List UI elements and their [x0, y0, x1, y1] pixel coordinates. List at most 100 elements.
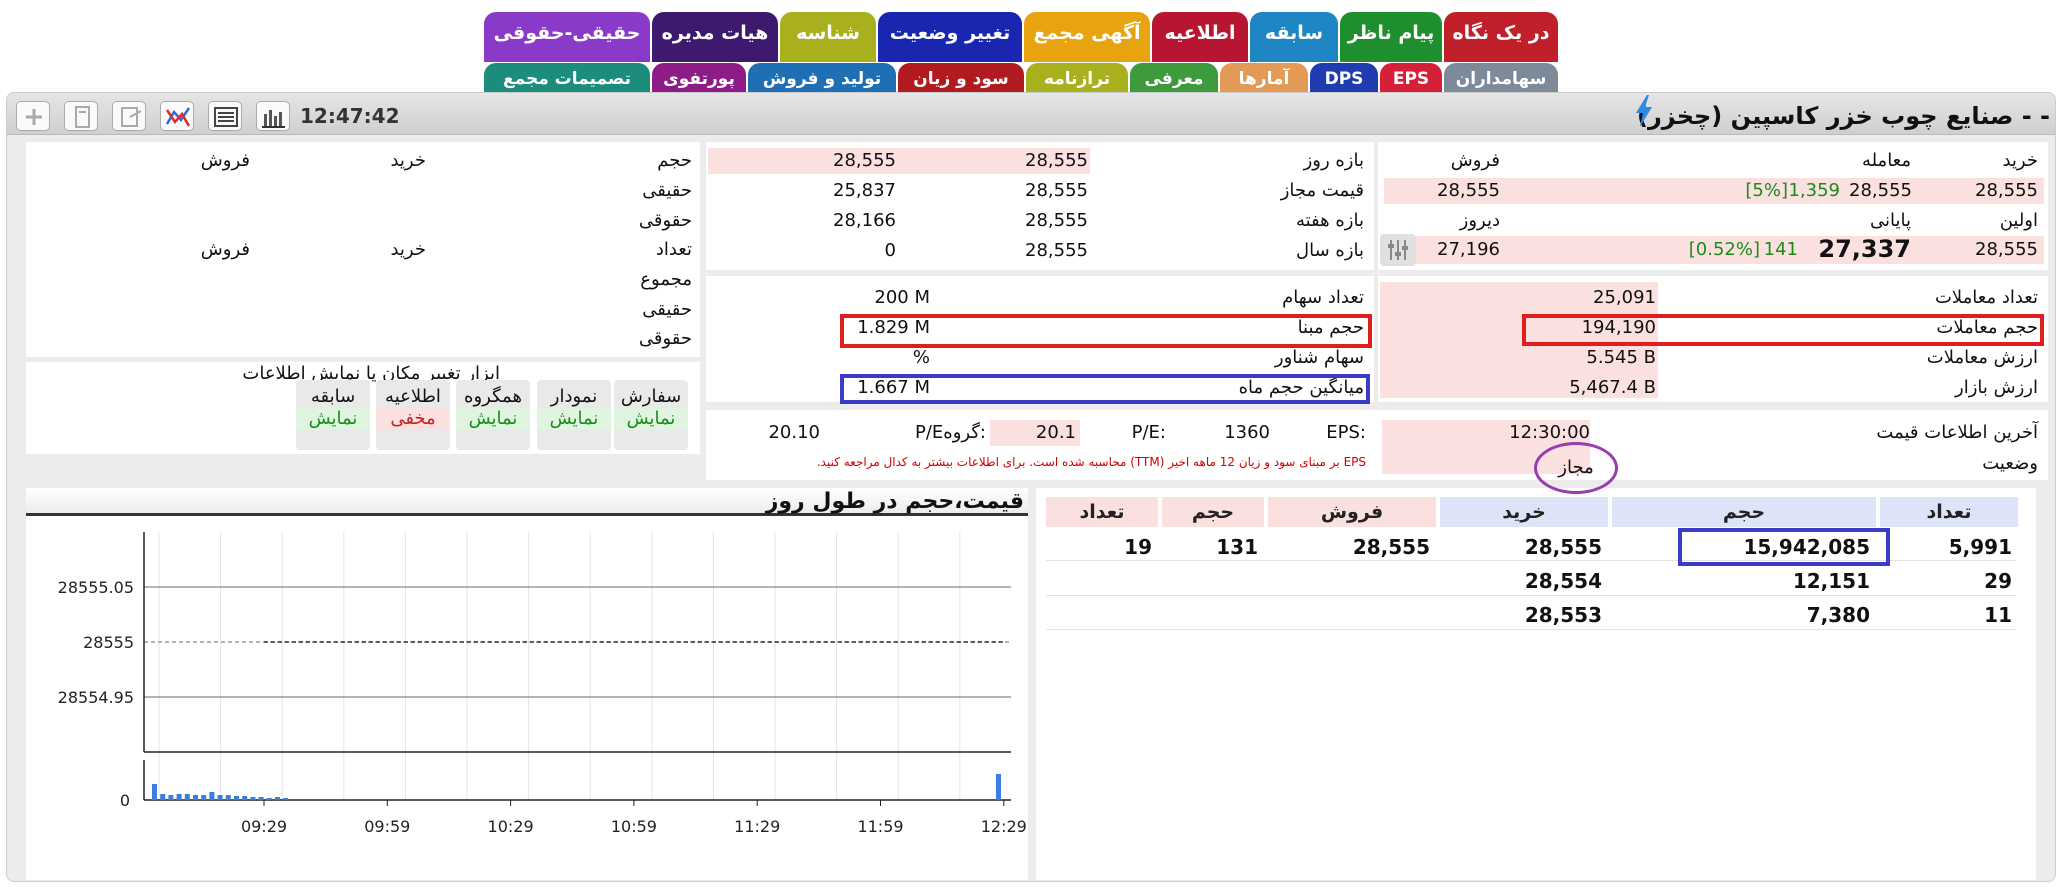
ob-row1-buy: 28,555: [1524, 535, 1602, 559]
calculator-button[interactable]: [64, 101, 98, 131]
x-tick-label: 09:29: [241, 817, 287, 836]
list-view-button[interactable]: [208, 101, 242, 131]
volume-tick-label: 0: [120, 791, 130, 810]
clock-time: 12:47:42: [300, 104, 400, 128]
volume-bar: [168, 795, 174, 800]
trade-value: 5.545 B: [1586, 347, 1656, 368]
label-buy: خرید: [2002, 150, 2038, 171]
page-title: صنایع چوب خزر کاسپین (چخزر) - -: [1636, 102, 2050, 130]
label-last-price-info: آخرین اطلاعات قیمت: [1876, 422, 2038, 443]
label-market-value: ارزش بازار: [1955, 377, 2038, 398]
label-client-buy: خرید: [390, 150, 426, 171]
add-button[interactable]: [16, 101, 50, 131]
toggle-orders[interactable]: سفارش نمایش: [614, 380, 688, 450]
tab-announcement[interactable]: اطلاعیه: [1152, 12, 1248, 62]
volume-bar: [225, 795, 231, 800]
settings-sliders-button[interactable]: [1380, 234, 1416, 266]
label-yesterday: دیروز: [1459, 210, 1500, 231]
tab-assembly-notice[interactable]: آگهی مجمع: [1024, 12, 1150, 62]
chart-title: قیمت،حجم در طول روز: [765, 489, 1024, 514]
tab-statistics[interactable]: آمارها: [1220, 63, 1308, 93]
list-icon: [214, 107, 238, 127]
first-price: 28,555: [1975, 239, 2038, 260]
label-client-real-2: حقیقی: [642, 299, 692, 320]
toggle-peers[interactable]: همگروه نمایش: [456, 380, 530, 450]
volume-bar: [258, 797, 264, 800]
label-pe: P/E:: [1131, 422, 1166, 443]
volume-bar: [184, 794, 190, 800]
ob-header-volume: حجم: [1612, 497, 1876, 527]
calculator-icon: [75, 106, 90, 128]
x-tick-label: 12:29: [981, 817, 1026, 836]
label-share-count: تعداد سهام: [1282, 287, 1364, 308]
tab-assembly-decisions[interactable]: تصمیمات مجمع: [484, 63, 650, 93]
tab-introduction[interactable]: معرفی: [1130, 63, 1218, 93]
tab-dps[interactable]: DPS: [1310, 63, 1378, 93]
tab-profit-loss[interactable]: سود و زیان: [898, 63, 1024, 93]
tab-status-change[interactable]: تغییر وضعیت: [878, 12, 1022, 62]
bar-chart-icon: [262, 110, 285, 128]
ob-row3-volume: 7,380: [1806, 603, 1870, 627]
volume-bar: [275, 797, 280, 800]
app-root: { "tabs_row1":[ {"label":"در یک نگاه","c…: [0, 0, 2066, 887]
label-sell: فروش: [1450, 150, 1500, 171]
export-button[interactable]: [112, 101, 146, 131]
allowed-price-high: 25,837: [833, 180, 896, 201]
toggle-chart-label: نمودار: [550, 386, 598, 407]
toggle-announcement[interactable]: اطلاعیه مخفی: [376, 380, 450, 450]
export-icon: [121, 107, 142, 127]
label-group-pe: P/Eگروه:: [915, 422, 986, 443]
week-range-low: 28,555: [1025, 210, 1088, 231]
volume-bar: [283, 798, 289, 800]
last-price: 28,555: [1849, 180, 1912, 201]
tab-board[interactable]: هیات مدیره: [652, 12, 778, 62]
label-first: اولین: [1999, 210, 2038, 231]
trend-button[interactable]: [160, 101, 194, 131]
volume-bar: [234, 796, 239, 800]
label-client-real: حقیقی: [642, 180, 692, 201]
volume-bar: [996, 774, 1001, 800]
pe-value: 20.1: [1035, 422, 1076, 443]
trade-count: 25,091: [1593, 287, 1656, 308]
ob-row1-sell-volume: 131: [1216, 535, 1258, 559]
eps-value: 1360: [1224, 422, 1270, 443]
label-client-total: مجموع: [640, 269, 692, 290]
toggle-history[interactable]: سابقه نمایش: [296, 380, 370, 450]
client-panel: [26, 142, 700, 357]
close-change-pct: [0.52%]: [1688, 239, 1760, 260]
market-value: 5,467.4 B: [1569, 377, 1656, 398]
last-change-pct: [5%]: [1745, 180, 1788, 201]
toggle-chart[interactable]: نمودار نمایش: [537, 380, 611, 450]
tab-balance-sheet[interactable]: ترازنامه: [1026, 63, 1128, 93]
label-client-count-buy: خرید: [390, 239, 426, 260]
close-volume: 141: [1763, 239, 1798, 260]
label-float-shares: سهام شناور: [1274, 347, 1364, 368]
last-volume: 1,359: [1788, 180, 1840, 201]
toggle-announcement-state: مخفی: [376, 408, 450, 430]
lightning-icon: [1636, 95, 1652, 127]
tab-identity[interactable]: شناسه: [780, 12, 876, 62]
tab-production-sales[interactable]: تولید و فروش: [748, 63, 896, 93]
float-shares: %: [912, 347, 930, 368]
toggle-orders-label: سفارش: [620, 386, 682, 407]
ob-header-count: تعداد: [1880, 497, 2018, 527]
label-trade-value: ارزش معاملات: [1926, 347, 2038, 368]
ob-row2-volume: 12,151: [1792, 569, 1870, 593]
tab-supervisor-message[interactable]: پیام ناظر: [1340, 12, 1442, 62]
tab-shareholders[interactable]: سهامداران: [1444, 63, 1558, 93]
tab-real-legal[interactable]: حقیقی-حقوقی: [484, 12, 650, 62]
tab-history[interactable]: سابقه: [1250, 12, 1338, 62]
tab-portfolio[interactable]: پورتفوی: [652, 63, 746, 93]
allowed-price-low: 28,555: [1025, 180, 1088, 201]
tab-eps[interactable]: EPS: [1380, 63, 1442, 93]
sliders-icon: [1388, 240, 1408, 260]
label-close: پایانی: [1869, 210, 1911, 231]
tab-at-a-glance[interactable]: در یک نگاه: [1444, 12, 1558, 62]
volume-bar: [209, 792, 215, 800]
volume-bar: [250, 797, 256, 800]
ob-row2-count: 29: [1984, 569, 2012, 593]
buy-price: 28,555: [1975, 180, 2038, 201]
bar-chart-button[interactable]: [256, 101, 290, 131]
status-badge: مجاز: [1534, 442, 1618, 494]
toggle-announcement-label: اطلاعیه: [385, 386, 441, 407]
